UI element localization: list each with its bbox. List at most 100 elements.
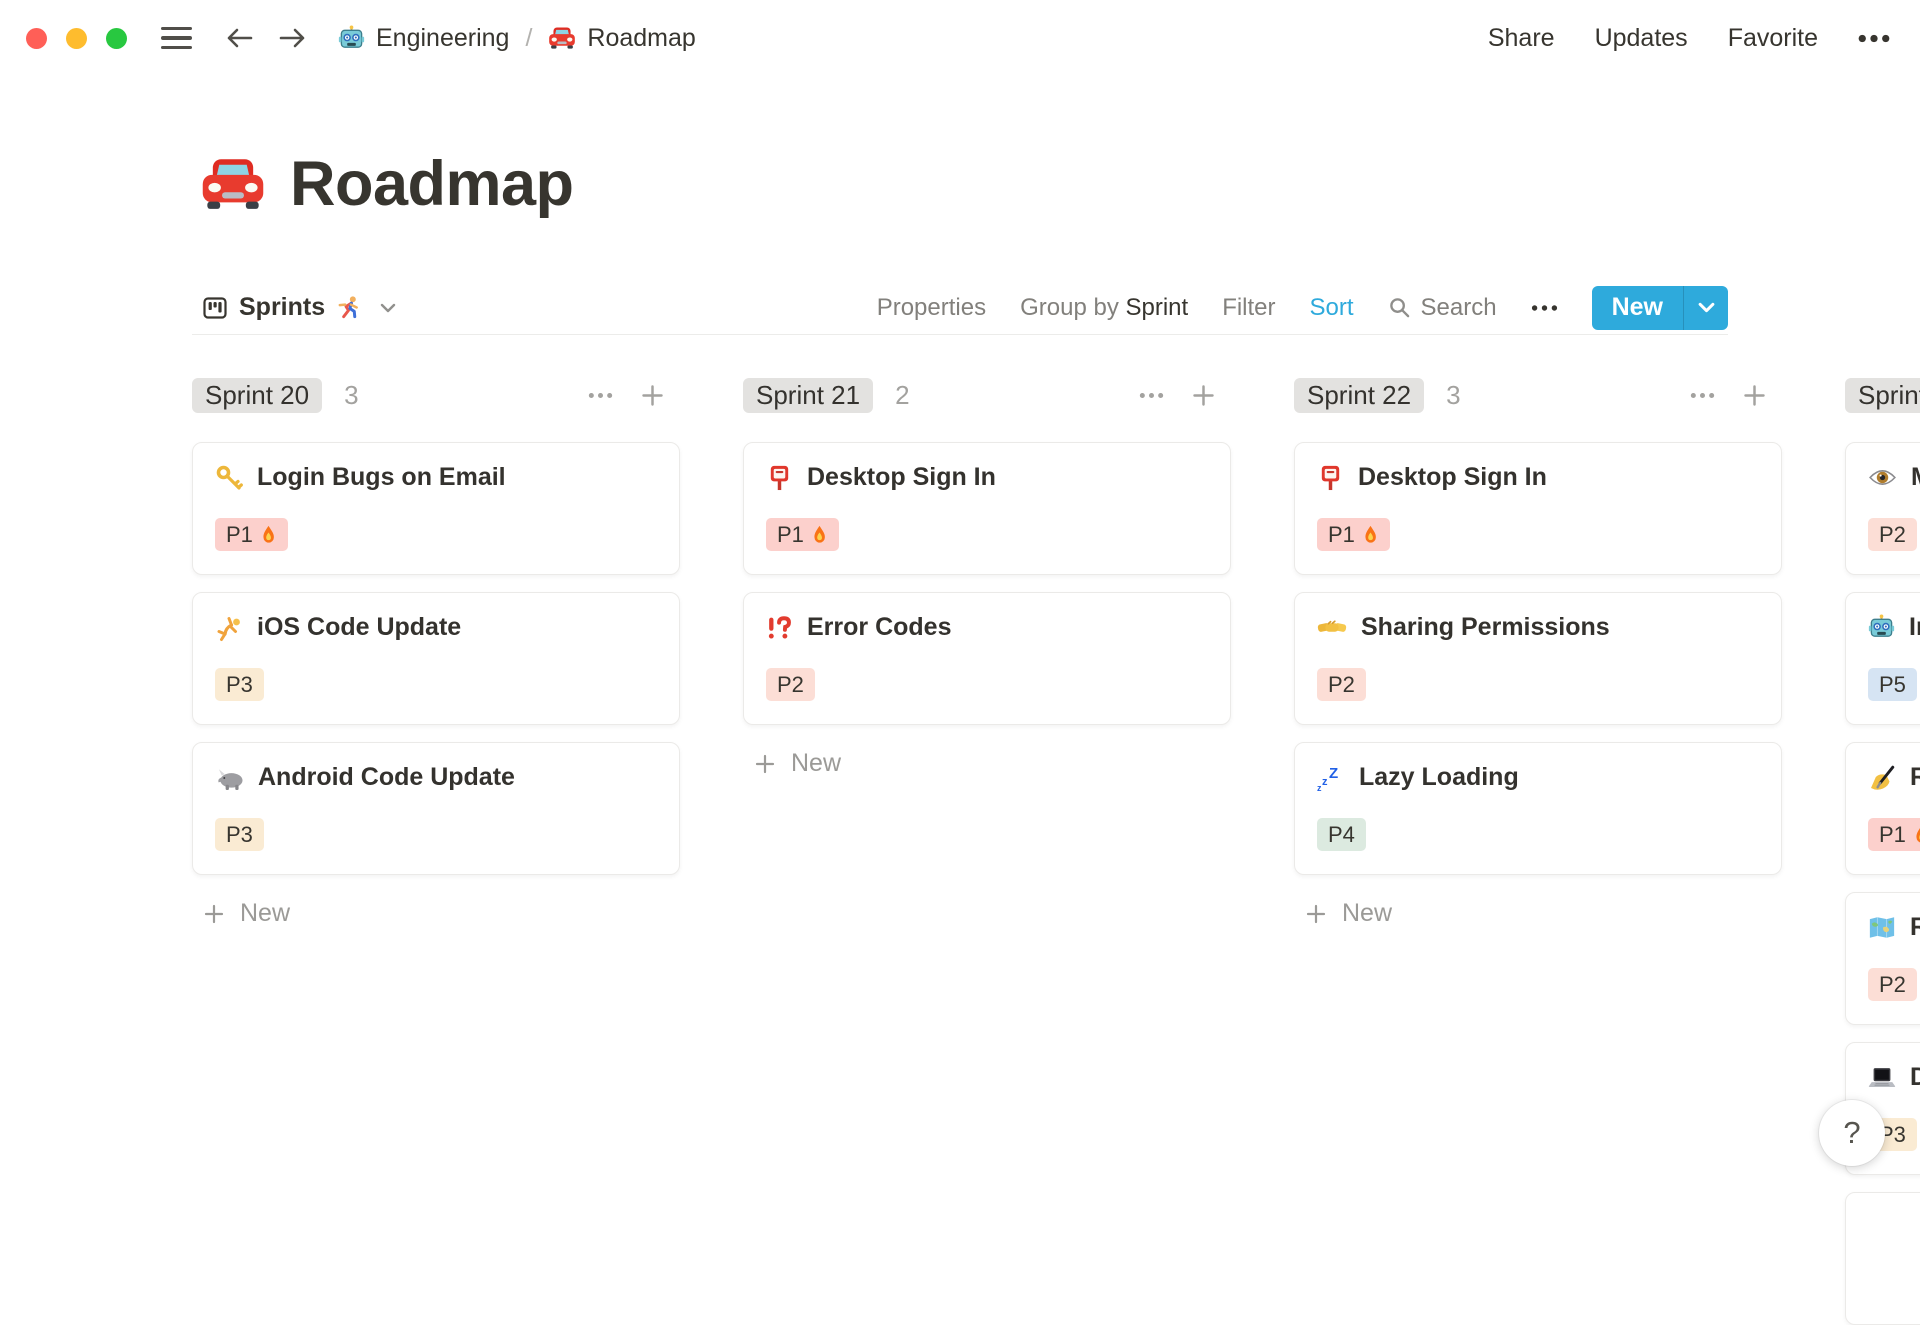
search-label: Search	[1420, 293, 1497, 321]
view-name-label: Sprints	[239, 293, 326, 321]
add-card-button[interactable]: New	[1294, 899, 1782, 928]
breadcrumb-workspace[interactable]: Engineering	[338, 24, 509, 53]
column-name-pill[interactable]: Sprint 23	[1845, 378, 1920, 413]
car-emoji	[200, 156, 266, 212]
world-map-emoji	[1868, 916, 1896, 939]
search-button[interactable]: Search	[1388, 294, 1497, 322]
priority-badge: P2	[1317, 668, 1366, 701]
priority-badge: P1	[1317, 518, 1390, 551]
board-column-sprint-23: Sprint 23 M P2 In P5	[1845, 378, 1920, 1325]
car-emoji	[548, 26, 576, 50]
breadcrumb-separator: /	[525, 23, 533, 52]
card-partial-1[interactable]: M P2	[1845, 442, 1920, 575]
priority-badge: P1	[1868, 818, 1920, 851]
zzz-emoji: Zzz	[1317, 764, 1345, 792]
view-toolbar: Sprints Properties Group by Sprint Filte…	[192, 281, 1728, 335]
column-add-icon[interactable]	[639, 382, 666, 409]
chevron-down-icon[interactable]	[380, 303, 396, 313]
favorite-button[interactable]: Favorite	[1728, 24, 1818, 53]
zoom-window-button[interactable]	[106, 27, 127, 49]
fire-emoji	[811, 525, 828, 545]
help-button-label: ?	[1843, 1115, 1861, 1150]
board-column-sprint-20: Sprint 20 3 Login Bugs on Email P1 iOS C…	[192, 378, 680, 1325]
card-title: M	[1911, 463, 1920, 492]
card-desktop-sign-in[interactable]: Desktop Sign In P1	[743, 442, 1231, 575]
minimize-window-button[interactable]	[66, 27, 87, 49]
board-column-sprint-22: Sprint 22 3 Desktop Sign In P1 Sharing P…	[1294, 378, 1782, 1325]
breadcrumb-workspace-label: Engineering	[376, 23, 510, 52]
postbox-emoji	[1317, 464, 1344, 491]
share-button[interactable]: Share	[1488, 24, 1555, 53]
card-title: Sharing Permissions	[1361, 613, 1610, 641]
card-title: Lazy Loading	[1359, 763, 1519, 791]
sort-button[interactable]: Sort	[1310, 294, 1354, 322]
new-button-label: New	[1611, 293, 1663, 321]
card-ios-code-update[interactable]: iOS Code Update P3	[192, 592, 680, 725]
page-title[interactable]: Roadmap	[290, 148, 574, 220]
forward-arrow-icon[interactable]	[278, 26, 308, 50]
card-title: R	[1910, 913, 1920, 942]
window-titlebar: Engineering / Roadmap Share Updates Favo…	[0, 0, 1920, 76]
column-name-pill[interactable]: Sprint 22	[1294, 378, 1425, 413]
card-title: Login Bugs on Email	[257, 463, 506, 491]
add-card-button[interactable]: New	[743, 749, 1231, 778]
more-options-icon[interactable]	[1858, 34, 1890, 43]
card-sharing-permissions[interactable]: Sharing Permissions P2	[1294, 592, 1782, 725]
priority-badge: P2	[1868, 518, 1917, 551]
column-add-icon[interactable]	[1741, 382, 1768, 409]
card-android-code-update[interactable]: Android Code Update P3	[192, 742, 680, 875]
laptop-emoji	[1868, 1066, 1896, 1089]
cartwheel-emoji	[215, 614, 243, 642]
back-arrow-icon[interactable]	[224, 26, 254, 50]
help-button[interactable]: ?	[1819, 1100, 1885, 1166]
column-header: Sprint 23	[1845, 378, 1920, 413]
card-title: iOS Code Update	[257, 613, 462, 641]
priority-badge: P2	[1868, 968, 1917, 1001]
card-lazy-loading[interactable]: Zzz Lazy Loading P4	[1294, 742, 1782, 875]
card-desktop-sign-in[interactable]: Desktop Sign In P1	[1294, 442, 1782, 575]
add-card-button[interactable]: New	[192, 899, 680, 928]
column-add-icon[interactable]	[1190, 382, 1217, 409]
sidebar-menu-icon[interactable]	[161, 26, 192, 50]
card-partial-3[interactable]: R P1	[1845, 742, 1920, 875]
interrobang-emoji	[766, 615, 793, 641]
card-login-bugs-on-email[interactable]: Login Bugs on Email P1	[192, 442, 680, 575]
card-partial-2[interactable]: In P5	[1845, 592, 1920, 725]
plus-icon	[753, 752, 777, 776]
close-window-button[interactable]	[26, 27, 47, 49]
priority-badge: P5	[1868, 668, 1917, 701]
svg-text:z: z	[1322, 776, 1328, 788]
card-partial-4[interactable]: R P2	[1845, 892, 1920, 1025]
new-dropdown-button[interactable]	[1684, 286, 1728, 330]
eye-emoji	[1868, 467, 1897, 488]
breadcrumb-page[interactable]: Roadmap	[548, 24, 696, 53]
card-partial-6[interactable]	[1845, 1192, 1920, 1325]
priority-badge: P3	[215, 668, 264, 701]
fire-emoji	[1913, 825, 1920, 845]
card-title: Error Codes	[807, 613, 952, 641]
group-by-button[interactable]: Group by Sprint	[1020, 294, 1188, 322]
updates-button[interactable]: Updates	[1595, 24, 1688, 53]
card-title: D	[1910, 1063, 1920, 1092]
card-error-codes[interactable]: Error Codes P2	[743, 592, 1231, 725]
fire-emoji	[260, 525, 277, 545]
column-more-icon[interactable]	[1139, 392, 1164, 399]
new-button[interactable]: New	[1591, 285, 1728, 330]
group-by-prefix: Group by	[1020, 293, 1119, 321]
column-name-pill[interactable]: Sprint 20	[192, 378, 323, 413]
view-more-options-icon[interactable]	[1531, 304, 1558, 312]
column-header: Sprint 22 3	[1294, 378, 1782, 413]
column-name-pill[interactable]: Sprint 21	[743, 378, 874, 413]
column-more-icon[interactable]	[1690, 392, 1715, 399]
robot-emoji	[1868, 614, 1895, 641]
column-more-icon[interactable]	[588, 392, 613, 399]
tab-sprints-view[interactable]: Sprints	[202, 293, 396, 322]
kanban-board: Sprint 20 3 Login Bugs on Email P1 iOS C…	[192, 378, 1920, 1325]
column-count: 3	[344, 380, 359, 410]
column-count: 2	[895, 380, 910, 410]
filter-button[interactable]: Filter	[1222, 294, 1275, 322]
card-title: Android Code Update	[258, 763, 515, 791]
search-icon	[1388, 296, 1411, 319]
properties-button[interactable]: Properties	[877, 294, 986, 322]
card-title: In	[1909, 613, 1920, 641]
